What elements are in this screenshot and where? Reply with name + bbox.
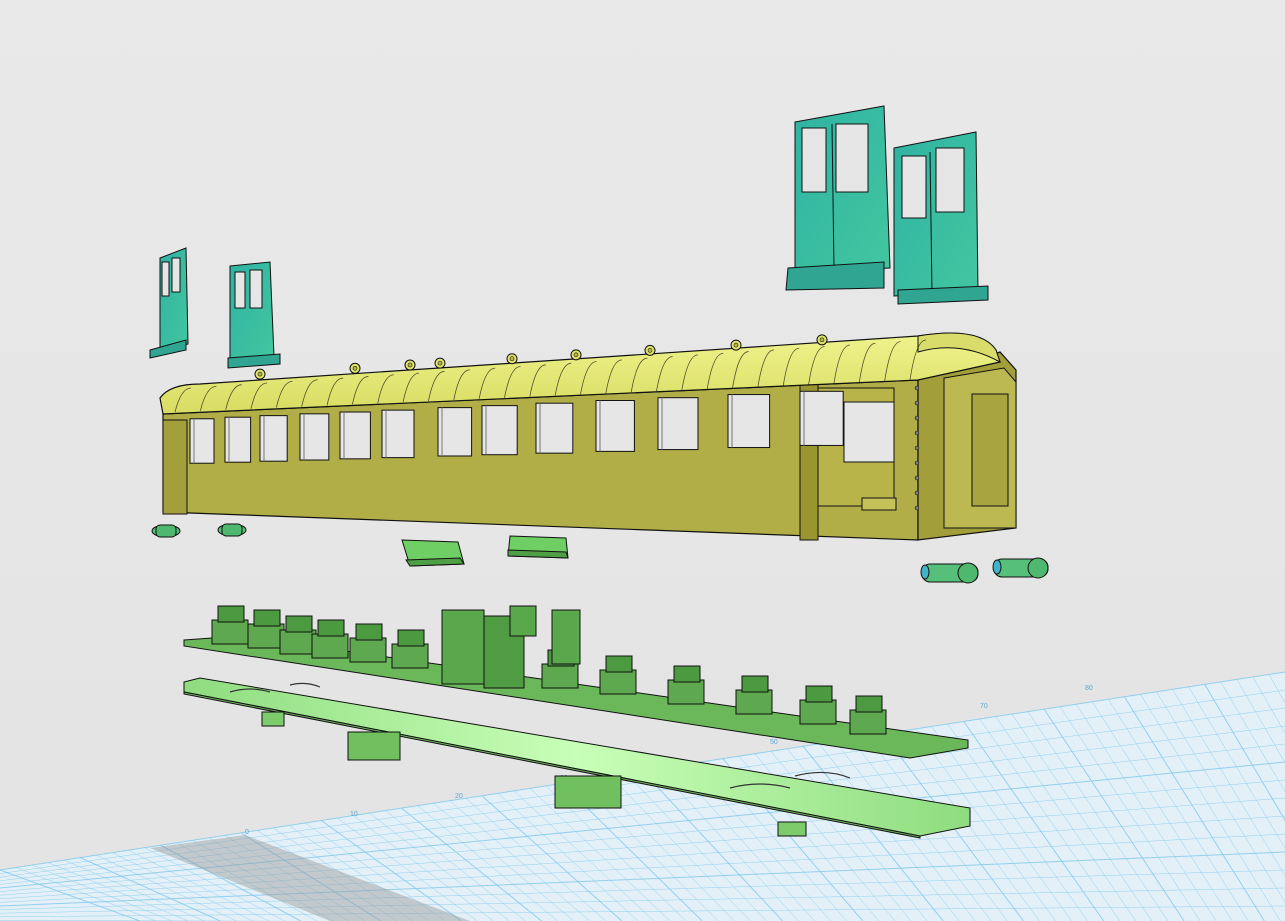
grid-tick-label: 0 [245,829,249,836]
seat [541,663,579,689]
seat [279,629,317,655]
seat [667,679,705,705]
grid-tick-label: 80 [1085,685,1093,692]
3d-viewport[interactable]: 01020304050607080 [0,0,1285,921]
grid-tick-label: 10 [350,811,358,818]
window [727,394,771,449]
grid-tick-label: 50 [770,739,778,746]
door-panel-large-1[interactable] [785,105,891,291]
seat [391,643,429,669]
door-panel-small-1[interactable] [149,247,189,359]
window [595,400,635,452]
seat [799,699,837,725]
coupler-2[interactable] [217,523,247,537]
window [339,411,371,460]
seat [211,619,249,645]
door-panel-small-2[interactable] [227,261,281,369]
grid-tick-label: 70 [980,703,988,710]
grid-tick-label: 20 [455,793,463,800]
door-panel-large-2[interactable] [893,131,989,305]
coupler-3[interactable] [920,562,979,584]
window [381,409,415,459]
seat [599,669,637,695]
vestibule-window [843,401,895,463]
rivet-column [914,385,920,511]
seat [349,637,387,663]
window [799,390,844,446]
coupler-4[interactable] [992,557,1049,579]
seat [849,709,887,735]
seat [311,633,349,659]
window [657,397,699,451]
window [437,407,473,457]
coupler-1[interactable] [151,524,181,538]
window [481,405,518,456]
seat [247,623,285,649]
scene-canvas[interactable]: 01020304050607080 [0,0,1285,921]
seat [735,689,773,715]
step-1[interactable] [401,539,465,567]
interior-seats[interactable] [183,605,969,759]
window [535,402,574,454]
step-2[interactable] [507,535,569,559]
